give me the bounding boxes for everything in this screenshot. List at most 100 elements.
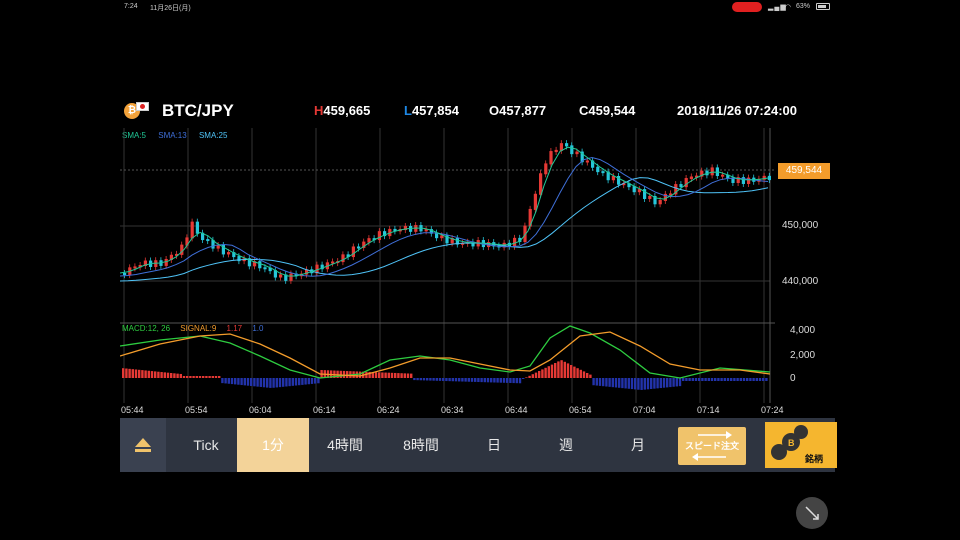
candle-body — [596, 166, 600, 173]
macd-hist-bar — [221, 378, 224, 384]
macd-hist-bar — [413, 378, 416, 381]
macd-hist-bar — [566, 363, 570, 378]
macd-hist-bar — [669, 378, 672, 388]
macd-hist-bar — [730, 378, 733, 381]
macd-hist-bar — [688, 378, 691, 381]
candle-body — [710, 167, 714, 176]
macd-hist-bar — [653, 378, 656, 389]
macd-hist-bar — [710, 378, 714, 381]
macd-hist-bar — [672, 378, 675, 387]
candle-body — [357, 246, 361, 249]
macd-hist-bar — [614, 378, 618, 388]
macd-hist-bar — [282, 378, 285, 387]
macd-hist-bar — [250, 378, 253, 386]
zoom-button[interactable] — [796, 497, 828, 529]
macd-hist-bar — [342, 370, 346, 378]
time-label: 06:14 — [313, 405, 336, 415]
macd-hist-bar — [659, 378, 662, 389]
macd-hist-bar — [224, 378, 227, 384]
macd-hist-bar — [310, 378, 314, 384]
macd-hist-bar — [720, 378, 723, 381]
hist-value-a: 1.17 — [226, 324, 243, 333]
macd-hist-bar — [717, 378, 720, 381]
macd-hist-bar — [256, 378, 259, 387]
tab-1min[interactable]: 1分 — [237, 418, 309, 472]
time-label: 06:34 — [441, 405, 464, 415]
price-chart[interactable] — [120, 128, 775, 403]
macd-hist-bar — [592, 378, 595, 386]
tab-tick[interactable]: Tick — [175, 418, 237, 472]
macd-hist-bar — [458, 378, 461, 382]
macd-hist-bar — [237, 378, 240, 385]
tab-month[interactable]: 月 — [605, 418, 671, 472]
macd-hist-bar — [288, 378, 291, 387]
macd-hist-bar — [634, 378, 637, 390]
macd-hist-bar — [394, 372, 397, 378]
macd-hist-bar — [410, 373, 413, 378]
candle-body — [258, 261, 262, 269]
macd-hist-bar — [205, 376, 208, 378]
macd-hist-bar — [176, 373, 179, 378]
currency-pair[interactable]: BTC/JPY — [162, 101, 234, 121]
macd-hist-bar — [534, 372, 538, 378]
macd-hist-bar — [429, 378, 432, 381]
macd-hist-bar — [400, 373, 403, 378]
macd-hist-bar — [752, 378, 755, 381]
candle-body — [190, 221, 194, 239]
time-label: 07:14 — [697, 405, 720, 415]
macd-hist-bar — [406, 373, 410, 378]
macd-hist-bar — [640, 378, 643, 390]
macd-hist-bar — [122, 368, 125, 378]
macd-hist-bar — [662, 378, 666, 388]
speed-order-label: スピード注文 — [684, 441, 739, 451]
candle-body — [341, 254, 345, 263]
macd-hist-bar — [240, 378, 243, 386]
macd-hist-bar — [192, 376, 195, 378]
tab-4hour[interactable]: 4時間 — [309, 418, 381, 472]
time-label: 05:44 — [121, 405, 144, 415]
macd-hist-bar — [522, 378, 525, 379]
tab-8hour[interactable]: 8時間 — [381, 418, 461, 472]
macd-hist-bar — [470, 378, 474, 382]
collapse-button[interactable] — [120, 418, 166, 472]
svg-text:B: B — [788, 438, 795, 448]
macd-hist-bar — [666, 378, 669, 388]
macd-hist-bar — [704, 378, 707, 381]
macd-hist-bar — [454, 378, 458, 382]
macd-hist-bar — [499, 378, 502, 383]
macd-hist-bar — [259, 378, 262, 387]
macd-hist-bar — [125, 368, 128, 378]
timeframe-bar: Tick 1分 4時間 8時間 日 週 月 スピード注文 B 銘柄 — [120, 418, 837, 472]
macd-hist-bar — [266, 378, 269, 388]
macd-hist-bar — [195, 376, 198, 378]
tab-week[interactable]: 週 — [527, 418, 605, 472]
candle-body — [767, 175, 771, 181]
macd-hist-bar — [442, 378, 445, 381]
macd-hist-bar — [474, 378, 477, 382]
macd-hist-bar — [707, 378, 710, 381]
macd-hist-bar — [550, 364, 554, 378]
time-label: 05:54 — [185, 405, 208, 415]
macd-hist-bar — [602, 378, 605, 387]
speed-order-button[interactable]: スピード注文 — [678, 427, 746, 465]
battery-percent: 63% — [796, 3, 811, 10]
tab-day[interactable]: 日 — [461, 418, 527, 472]
close-price: C459,544 — [579, 103, 636, 118]
candle-body — [206, 239, 210, 242]
chart-datetime: 2018/11/26 07:24:00 — [677, 103, 797, 118]
macd-hist-bar — [765, 378, 768, 381]
candle-body — [351, 246, 355, 258]
macd-hist-bar — [384, 372, 387, 378]
macd-hist-bar — [486, 378, 490, 383]
macd-hist-bar — [461, 378, 464, 382]
macd-axis-4000: 4,000 — [790, 325, 816, 336]
brand-select-button[interactable]: B 銘柄 — [765, 422, 837, 468]
macd-legend: MACD:12, 26 SIGNAL:9 1.17 1.0 — [122, 324, 271, 333]
macd-line — [120, 325, 771, 379]
macd-hist-bar — [381, 372, 384, 378]
high-price: H459,665 — [314, 103, 371, 118]
time-label: 07:04 — [633, 405, 656, 415]
status-time: 7:24 — [124, 3, 138, 10]
macd-hist-bar — [154, 371, 157, 378]
macd-hist-bar — [509, 378, 512, 383]
